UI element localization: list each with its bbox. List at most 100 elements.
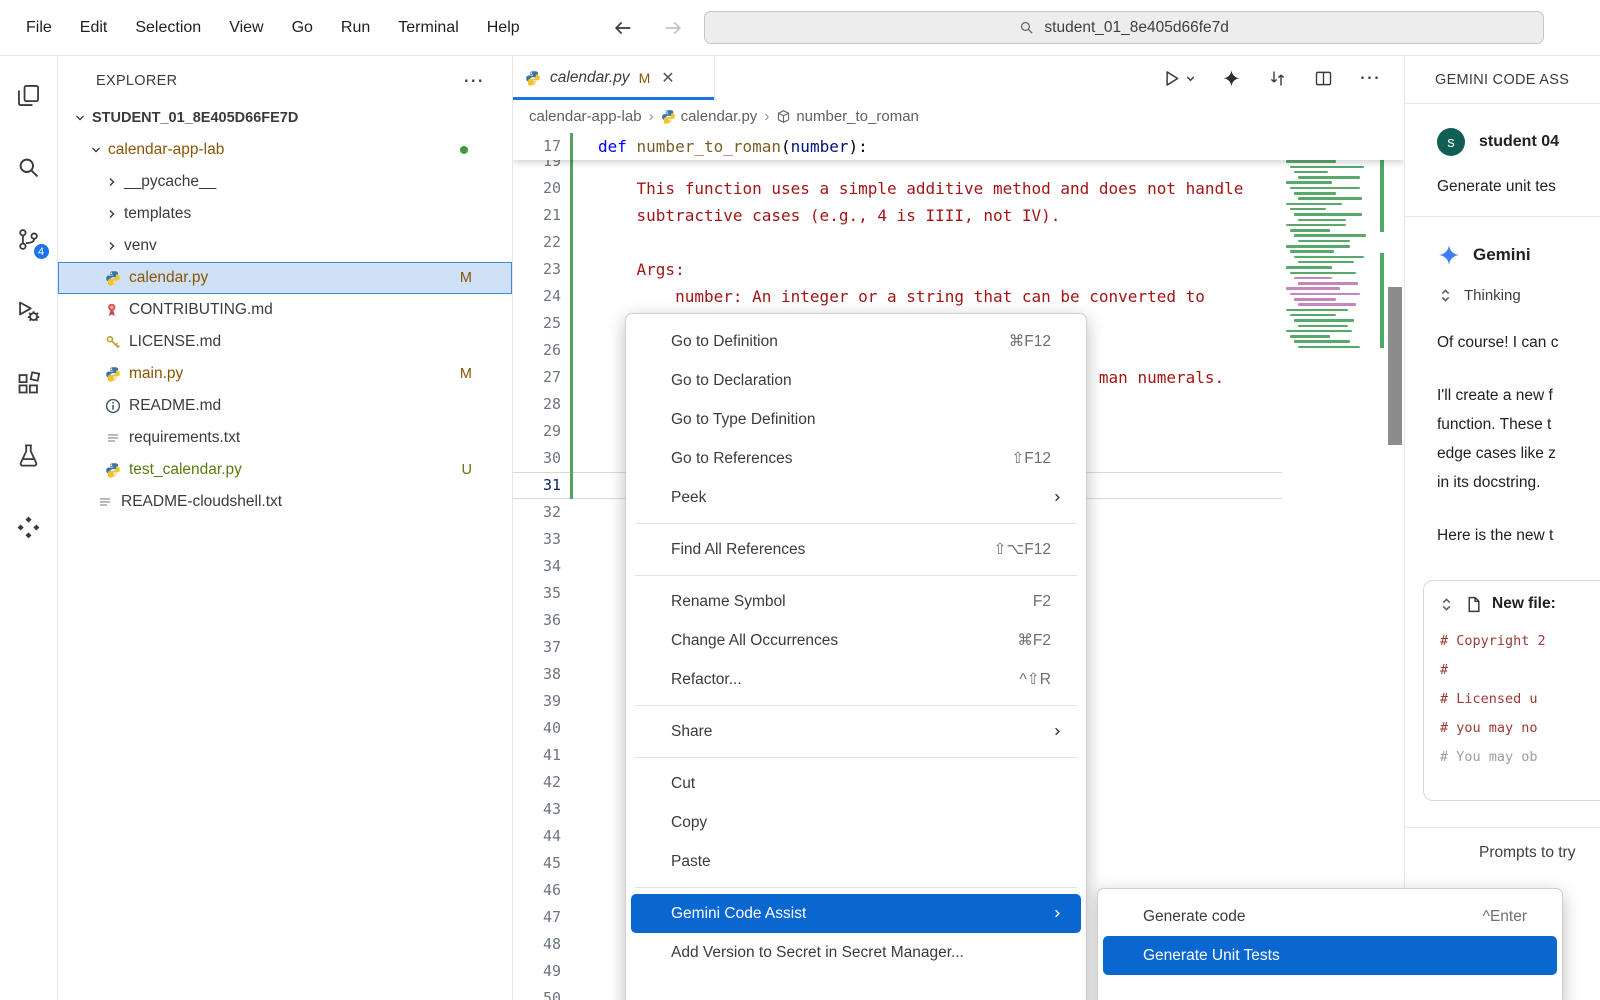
menubar: FileEditSelectionViewGoRunTerminalHelp s… <box>0 0 1600 56</box>
explorer-item-license-md[interactable]: LICENSE.md <box>58 326 512 358</box>
menu-item-shortcut: ⇧⌥F12 <box>993 540 1069 559</box>
minimap-line <box>1298 282 1358 285</box>
explorer-item-calendar-py[interactable]: calendar.pyM <box>58 262 512 294</box>
close-icon[interactable]: ✕ <box>661 68 674 88</box>
context-menu-item-generate-code[interactable]: Generate code^Enter <box>1103 897 1557 936</box>
explorer-item-venv[interactable]: venv <box>58 230 512 262</box>
line-number: 40 <box>513 715 561 742</box>
more-actions-icon[interactable]: ⋯ <box>1359 73 1380 83</box>
menubar-item-help[interactable]: Help <box>473 14 534 42</box>
menu-item-label: Cut <box>671 775 695 793</box>
item-label: venv <box>124 237 157 255</box>
code-line-23[interactable]: 23 Args: <box>513 256 1282 283</box>
explorer-item-pycache[interactable]: __pycache__ <box>58 166 512 198</box>
context-menu-item-go-to-references[interactable]: Go to References⇧F12 <box>631 439 1081 478</box>
git-status-badge: U <box>462 462 472 478</box>
context-menu-item-generate-unit-tests[interactable]: Generate Unit Tests <box>1103 936 1557 975</box>
context-menu-item-find-all-references[interactable]: Find All References⇧⌥F12 <box>631 530 1081 569</box>
scrollbar-thumb[interactable] <box>1388 287 1402 445</box>
cloud-code-icon[interactable] <box>14 512 44 542</box>
menu-item-label: Paste <box>671 853 711 871</box>
menubar-item-edit[interactable]: Edit <box>66 14 122 42</box>
context-menu-item-go-to-definition[interactable]: Go to Definition⌘F12 <box>631 322 1081 361</box>
explorer-icon[interactable] <box>14 80 44 110</box>
tab-calendar-py[interactable]: calendar.py M ✕ <box>513 56 715 100</box>
split-editor-icon[interactable] <box>1313 68 1334 89</box>
overview-ruler <box>1380 150 1384 232</box>
context-menu-item-gemini-code-assist[interactable]: Gemini Code Assist <box>631 894 1081 933</box>
context-menu-item-paste[interactable]: Paste <box>631 842 1081 881</box>
menubar-item-view[interactable]: View <box>215 14 277 42</box>
extensions-icon[interactable] <box>14 368 44 398</box>
menu-item-label: Go to References <box>671 450 792 468</box>
breadcrumb-folder[interactable]: calendar-app-lab <box>529 108 642 125</box>
code-line-22[interactable]: 22 <box>513 229 1282 256</box>
sticky-line[interactable]: 17 def number_to_roman(number): <box>513 133 1404 160</box>
explorer-item-readme-cloudshell-txt[interactable]: README-cloudshell.txt <box>58 486 512 518</box>
context-menu-item-share[interactable]: Share <box>631 712 1081 751</box>
menubar-item-terminal[interactable]: Terminal <box>384 14 472 42</box>
more-actions-icon[interactable]: ⋯ <box>463 76 484 86</box>
git-change-bar <box>570 364 573 391</box>
search-input[interactable]: student_01_8e405d66fe7d <box>704 11 1544 44</box>
context-menu-item-refactor[interactable]: Refactor...^⇧R <box>631 660 1081 699</box>
minimap[interactable] <box>1286 139 1378 569</box>
source-control-icon[interactable]: 4 <box>14 224 44 254</box>
menubar-item-file[interactable]: File <box>12 14 66 42</box>
context-menu-item-copy[interactable]: Copy <box>631 803 1081 842</box>
explorer-root[interactable]: STUDENT_01_8E405D66FE7D <box>58 102 512 134</box>
code-line-19[interactable]: 19 <box>513 160 1282 175</box>
back-button[interactable] <box>612 17 634 39</box>
gemini-sparkle-icon[interactable] <box>1221 68 1242 89</box>
thinking-toggle[interactable]: Thinking <box>1437 287 1600 304</box>
gemini-header: Gemini <box>1437 243 1600 267</box>
explorer-item-readme-md[interactable]: README.md <box>58 390 512 422</box>
context-menu-item-peek[interactable]: Peek <box>631 478 1081 517</box>
line-number: 43 <box>513 796 561 823</box>
testing-icon[interactable] <box>14 440 44 470</box>
minimap-line <box>1290 208 1326 211</box>
open-changes-icon[interactable] <box>1267 68 1288 89</box>
code-line-20[interactable]: 20 This function uses a simple additive … <box>513 175 1282 202</box>
menubar-item-selection[interactable]: Selection <box>121 14 215 42</box>
scm-badge: 4 <box>32 242 51 261</box>
menu-separator <box>635 523 1077 524</box>
code-line-21[interactable]: 21 subtractive cases (e.g., 4 is IIII, n… <box>513 202 1282 229</box>
context-menu-item-go-to-type-definition[interactable]: Go to Type Definition <box>631 400 1081 439</box>
context-menu-item-change-all-occurrences[interactable]: Change All Occurrences⌘F2 <box>631 621 1081 660</box>
menubar-item-go[interactable]: Go <box>278 14 327 42</box>
code-line-24[interactable]: 24 number: An integer or a string that c… <box>513 283 1282 310</box>
explorer-item-test-calendar-py[interactable]: test_calendar.pyU <box>58 454 512 486</box>
run-debug-icon[interactable] <box>14 296 44 326</box>
context-menu-item-cut[interactable]: Cut <box>631 764 1081 803</box>
explorer-item-requirements-txt[interactable]: requirements.txt <box>58 422 512 454</box>
menubar-item-run[interactable]: Run <box>327 14 384 42</box>
breadcrumb-label: calendar.py <box>681 108 758 125</box>
breadcrumb-label: number_to_roman <box>796 108 919 125</box>
menu-item-shortcut: F2 <box>1033 593 1069 611</box>
minimap-line <box>1298 325 1348 328</box>
explorer-item-contributing-md[interactable]: CONTRIBUTING.md <box>58 294 512 326</box>
run-button[interactable] <box>1161 68 1196 89</box>
explorer-item-calendar-app-lab[interactable]: calendar-app-lab <box>58 134 512 166</box>
forward-button[interactable] <box>662 17 684 39</box>
menu-item-label: Add Version to Secret in Secret Manager.… <box>671 944 964 962</box>
breadcrumb-file[interactable]: calendar.py <box>661 108 758 125</box>
context-menu-item-add-version-to-secret-in-secret-manager[interactable]: Add Version to Secret in Secret Manager.… <box>631 933 1081 972</box>
search-view-icon[interactable] <box>14 152 44 182</box>
line-number: 31 <box>513 472 561 499</box>
git-change-bar <box>570 229 573 256</box>
collapse-icon[interactable] <box>1438 596 1455 613</box>
context-menu-item-rename-symbol[interactable]: Rename SymbolF2 <box>631 582 1081 621</box>
tab-label: calendar.py <box>550 69 630 87</box>
breadcrumb-symbol[interactable]: number_to_roman <box>776 108 919 125</box>
git-status-badge: M <box>460 270 472 286</box>
explorer-item-templates[interactable]: templates <box>58 198 512 230</box>
git-change-bar <box>570 931 573 958</box>
explorer-item-main-py[interactable]: main.pyM <box>58 358 512 390</box>
git-change-bar <box>570 796 573 823</box>
git-change-bar <box>570 904 573 931</box>
context-menu-item-go-to-declaration[interactable]: Go to Declaration <box>631 361 1081 400</box>
context-menu-item-partial[interactable] <box>631 972 1081 1000</box>
prompts-to-try[interactable]: Prompts to try <box>1437 844 1600 862</box>
